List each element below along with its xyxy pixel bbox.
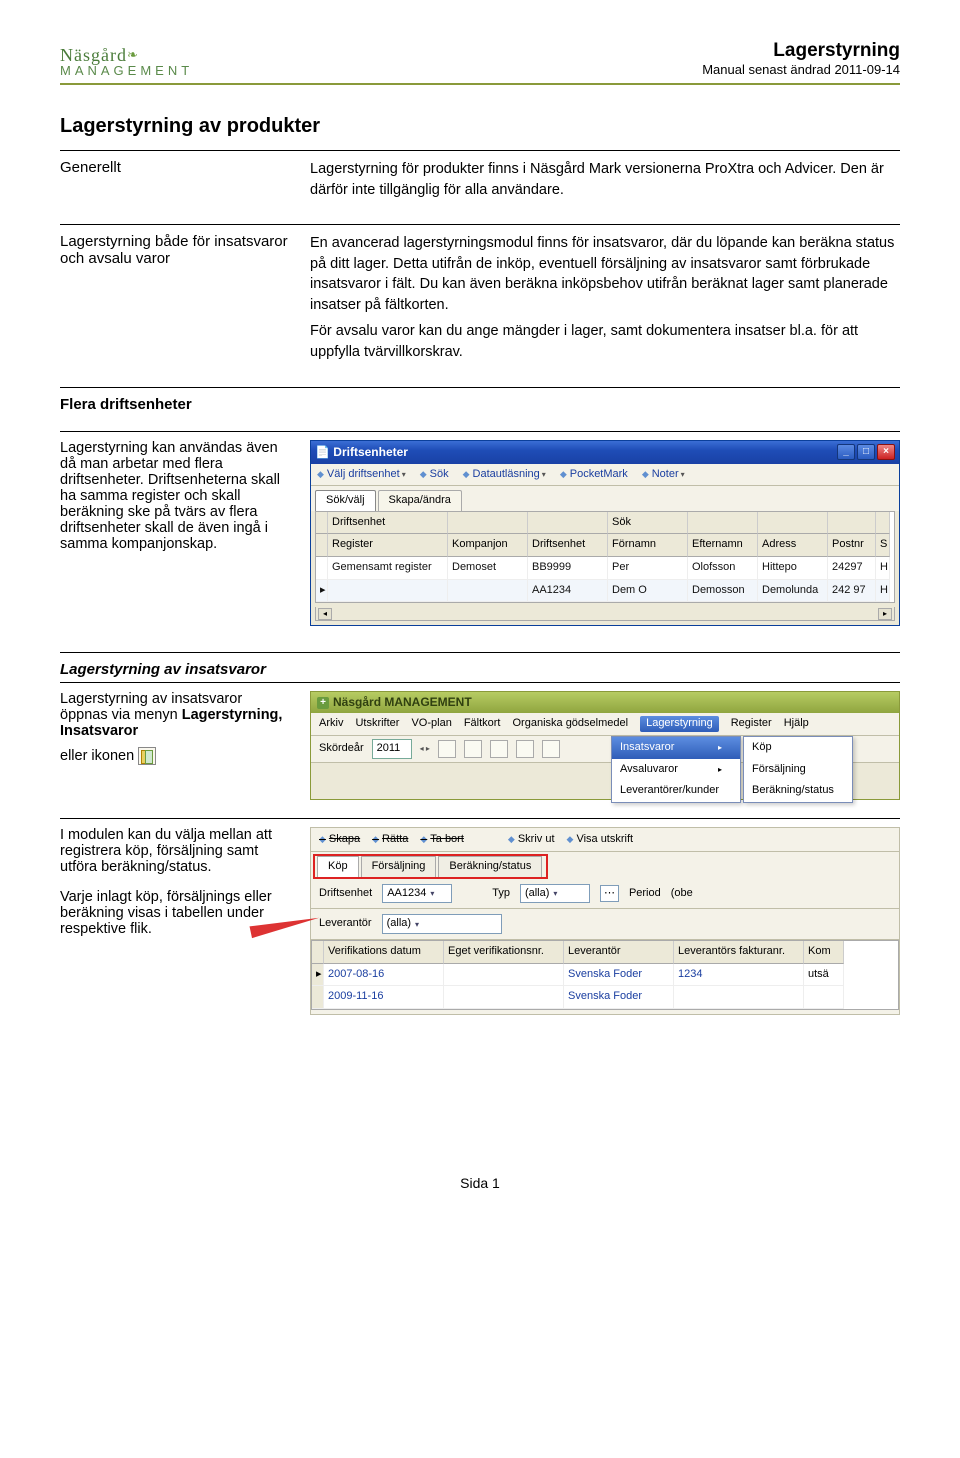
toolbar-skrivut[interactable]: ◆Skriv ut [508,832,555,848]
management-window: + Näsgård MANAGEMENT Arkiv Utskrifter VO… [310,691,900,799]
window-title: 📄 Driftsenheter [315,444,408,461]
toolbar-skapa[interactable]: ◆Skapa [319,832,360,848]
toolbar-tabort[interactable]: ◆Ta bort [420,832,464,848]
toolbar-icon[interactable] [542,740,560,758]
app-icon: + [317,697,329,709]
page-title: Lagerstyrning av produkter [60,115,900,138]
dd-item-avsaluvaror[interactable]: Avsaluvaror▸ [612,759,740,781]
horizontal-scrollbar[interactable]: ◂ ▸ [315,607,895,621]
doc-subtitle: Manual senast ändrad 2011-09-14 [702,62,900,77]
table-row[interactable]: ▸ AA1234 Dem O Demosson Demolunda 242 97… [316,580,894,603]
toolbar-item[interactable]: ◆Datautläsning▾ [463,467,546,483]
minimize-button[interactable]: _ [837,444,855,460]
toolbar-visa[interactable]: ◆Visa utskrift [567,832,634,848]
lagerstyrning-icon[interactable] [138,747,156,765]
toolbar-item[interactable]: ◆Noter▾ [642,467,685,483]
header-rule [60,83,900,85]
table-row[interactable]: 2009-11-16 Svenska Foder [312,986,898,1009]
menu-organiska[interactable]: Organiska gödselmedel [513,716,629,732]
leaf-icon: ❧ [127,47,139,62]
lev-combo[interactable]: (alla)▾ [382,914,502,934]
drift-label: Driftsenhet [319,886,372,902]
dd-item-leverantorer[interactable]: Leverantörer/kunder [612,780,740,802]
toolbar-item[interactable]: ◆Välj driftsenhet▾ [317,467,406,483]
table-row[interactable]: Gemensamt register Demoset BB9999 Per Ol… [316,557,894,580]
maximize-button[interactable]: □ [857,444,875,460]
scroll-left-icon[interactable]: ◂ [318,608,332,620]
tab-berakning[interactable]: Beräkning/status [438,856,542,877]
lev-label: Leverantör [319,916,372,932]
dd-item-insatsvaror[interactable]: Insatsvaror▸ [612,737,740,759]
sec3-body: Lagerstyrning kan användas även då man a… [60,440,310,635]
scroll-right-icon[interactable]: ▸ [878,608,892,620]
year-field[interactable]: 2011 [372,739,412,759]
driftsenheter-grid: Driftsenhet Sök Register Kompanjon Drif [315,511,895,603]
insatsvaror-window: ◆Skapa ◆Rätta ◆Ta bort ◆Skriv ut ◆Visa u… [310,827,900,1015]
sec4-heading: Lagerstyrning av insatsvaror [60,661,900,678]
drift-combo[interactable]: AA1234▾ [382,884,452,904]
sec2-body-2: För avsalu varor kan du ange mängder i l… [310,321,900,362]
tab-kop[interactable]: Köp [317,856,359,877]
period-label: Period [629,886,661,902]
toolbar-icon[interactable] [464,740,482,758]
period-value: (obe [671,886,693,902]
dd-item-forsaljning[interactable]: Försäljning [744,759,852,781]
sec2-body-1: En avancerad lagerstyrningsmodul finns f… [310,233,900,315]
tab-skapaandra[interactable]: Skapa/ändra [378,490,462,511]
dd-item-berakning[interactable]: Beräkning/status [744,780,852,802]
toolbar-ratta[interactable]: ◆Rätta [372,832,408,848]
tab-forsaljning[interactable]: Försäljning [361,856,437,877]
menu-faltkort[interactable]: Fältkort [464,716,501,732]
menu-voplan[interactable]: VO-plan [411,716,451,732]
dropdown-lagerstyrning: Insatsvaror▸ Avsaluvaror▸ Leverantörer/k… [611,736,741,803]
dd-item-kop[interactable]: Köp [744,737,852,759]
page-number: Sida 1 [60,1175,900,1191]
toolbar-icon[interactable] [490,740,508,758]
table-row[interactable]: ▸ 2007-08-16 Svenska Foder 1234 utsä [312,964,898,987]
driftsenheter-window: 📄 Driftsenheter _ □ × ◆Välj driftsenhet▾… [310,440,900,627]
year-label: Skördeår [319,741,364,757]
typ-label: Typ [492,886,510,902]
sec3-heading: Flera driftsenheter [60,396,192,413]
dropdown-insatsvaror-sub: Köp Försäljning Beräkning/status [743,736,853,803]
toolbar-item[interactable]: ◆PocketMark [560,467,628,483]
doc-title: Lagerstyrning [702,40,900,62]
toolbar-item[interactable]: ◆Sök [420,467,449,483]
sec4-or-icon-text: eller ikonen [60,748,134,764]
brand-logo: Näsgård❧ MANAGEMENT [60,46,193,77]
toolbar-icon[interactable] [516,740,534,758]
menu-arkiv[interactable]: Arkiv [319,716,343,732]
close-button[interactable]: × [877,444,895,460]
sec1-heading: Generellt [60,159,121,176]
menu-lagerstyrning[interactable]: Lagerstyrning [640,716,719,732]
tab-sokvalj[interactable]: Sök/välj [315,490,376,511]
menu-hjalp[interactable]: Hjälp [784,716,809,732]
sec1-body: Lagerstyrning för produkter finns i Näsg… [310,159,900,200]
menu-utskrifter[interactable]: Utskrifter [355,716,399,732]
tabs-highlight: Köp Försäljning Beräkning/status [313,854,548,879]
toolbar-icon[interactable] [438,740,456,758]
sec5-text-1: I modulen kan du välja mellan att regist… [60,827,290,875]
purchase-grid: Verifikations datum Eget verifikationsnr… [311,940,899,1010]
window-title: Näsgård MANAGEMENT [333,694,472,711]
typ-combo[interactable]: (alla)▾ [520,884,590,904]
sec2-heading: Lagerstyrning både för insatsvaror och a… [60,233,288,267]
menu-register[interactable]: Register [731,716,772,732]
